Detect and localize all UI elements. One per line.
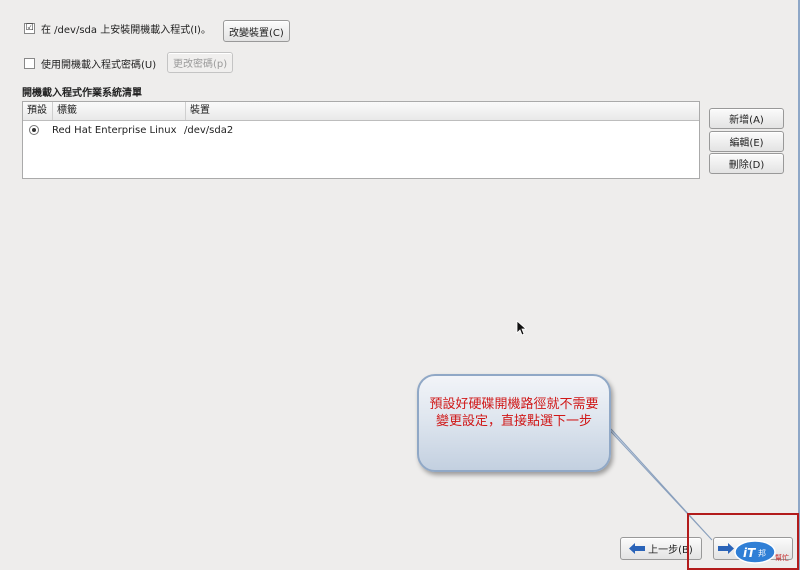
install-bootloader-row: ☑ 在 /dev/sda 上安裝開機載入程式(I)。 [24,21,211,36]
bootloader-os-list-title: 開機載入程式作業系統清單 [22,88,142,99]
callout-text: 預設好硬碟開機路徑就不需要變更設定，直接點選下一步 [429,397,599,429]
install-bootloader-label: 在 /dev/sda 上安裝開機載入程式(I)。 [41,25,211,36]
default-cell [23,125,48,135]
device-cell: /dev/sda2 [184,124,234,136]
table-row[interactable]: Red Hat Enterprise Linux /dev/sda2 [23,121,699,139]
mouse-cursor-icon [516,320,528,336]
bootloader-password-row: 使用開機載入程式密碼(U) [24,56,156,71]
delete-button[interactable]: 刪除(D) [709,153,784,174]
bootloader-password-checkbox[interactable] [24,58,35,69]
install-bootloader-checkbox[interactable]: ☑ [24,23,35,34]
edit-button[interactable]: 編輯(E) [709,131,784,152]
column-device-header[interactable]: 裝置 [186,102,699,120]
column-label-header[interactable]: 標籤 [53,102,186,120]
change-device-button[interactable]: 改變裝置(C) [223,20,290,42]
arrow-left-icon [629,543,646,554]
change-password-button[interactable]: 更改密碼(p) [167,52,234,73]
callout-bubble: 預設好硬碟開機路徑就不需要變更設定，直接點選下一步 [417,374,611,472]
table-header: 預設 標籤 裝置 [23,102,699,121]
column-default-header[interactable]: 預設 [23,102,53,120]
bootloader-password-label: 使用開機載入程式密碼(U) [41,60,157,71]
default-radio[interactable] [29,125,39,135]
svg-text:iT: iT [743,546,756,560]
add-button[interactable]: 新增(A) [709,108,784,129]
ithome-logo-icon: iT 邦 幫忙 [734,540,789,564]
label-cell: Red Hat Enterprise Linux [52,124,177,136]
svg-text:邦: 邦 [758,548,766,558]
svg-text:幫忙: 幫忙 [775,553,789,562]
bootloader-os-table: 預設 標籤 裝置 Red Hat Enterprise Linux /dev/s… [22,101,700,179]
